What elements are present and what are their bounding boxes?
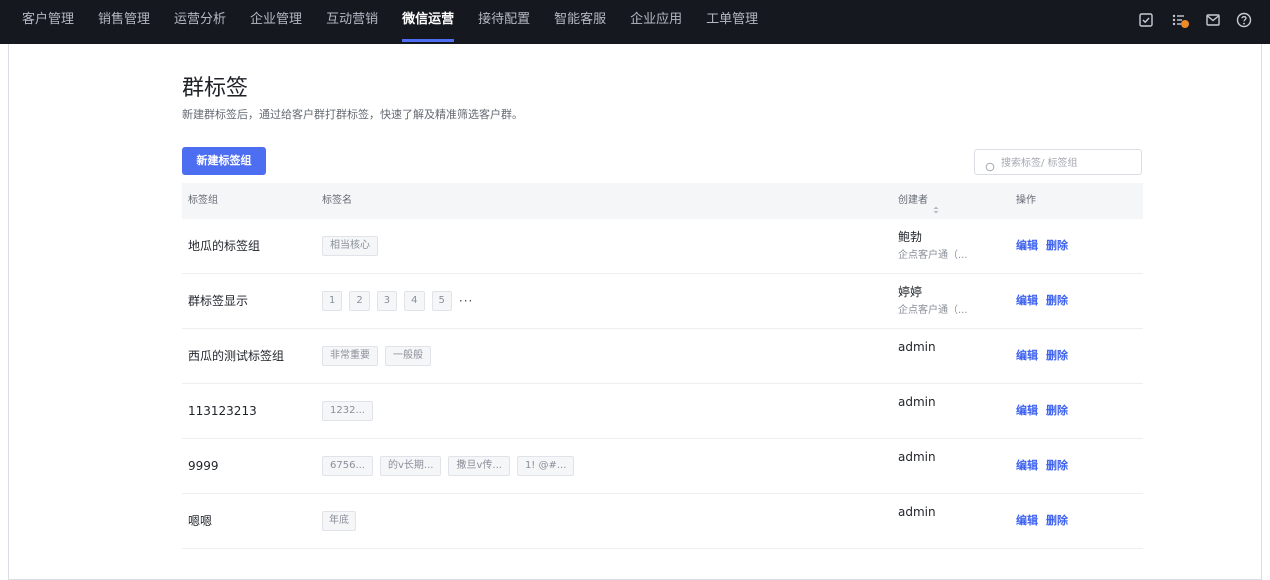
creator-org: 企点客户通（...	[898, 305, 968, 316]
tag-chip: 1! @#...	[516, 456, 575, 476]
creator-org: 企点客户通（...	[898, 250, 968, 261]
header-tag-group: 标签组	[188, 195, 218, 206]
tag-list: 年底	[322, 511, 363, 531]
content-frame-right	[1261, 44, 1262, 580]
more-tags-ellipsis[interactable]: ···	[459, 292, 473, 310]
creator-cell: admin	[898, 504, 936, 520]
nav-item-7[interactable]: 智能客服	[554, 0, 606, 44]
creator-name: admin	[898, 505, 936, 519]
header-creator[interactable]: 创建者	[898, 183, 940, 219]
edit-link[interactable]: 编辑	[1016, 294, 1038, 307]
main-nav: 客户管理 销售管理 运营分析 企业管理 互动营销 微信运营 接待配置 智能客服 企业应用 工单管理	[0, 0, 782, 44]
todo-list-icon[interactable]	[1170, 11, 1189, 29]
creator-name: 婷婷	[898, 285, 923, 299]
tag-chip: 4	[404, 291, 425, 311]
tag-group-name: 西瓜的测试标签组	[188, 349, 285, 363]
row-actions: 编辑 删除	[1016, 384, 1076, 438]
tag-chip: 6756...	[322, 456, 373, 476]
creator-cell: 婷婷企点客户通（...	[898, 284, 968, 320]
table-body: 地瓜的标签组 相当核心 鲍勃 企点客户通（... 编辑 删除 群标签显示 1 2 3 4 5 ··· 婷婷…	[182, 219, 1143, 549]
page-subtitle: 新建群标签后，通过给客户群打群标签，快速了解及精准筛选客户群。	[182, 108, 523, 121]
delete-link[interactable]: 删除	[1046, 404, 1068, 417]
creator-name: admin	[898, 395, 936, 409]
help-icon[interactable]	[1235, 11, 1253, 29]
creator-cell: admin	[898, 339, 936, 355]
delete-link[interactable]: 删除	[1046, 294, 1068, 307]
nav-item-0[interactable]: 客户管理	[22, 0, 74, 44]
header-creator-label: 创建者	[898, 195, 928, 206]
creator-name: 鲍勃	[898, 230, 923, 244]
page-title: 群标签	[182, 76, 249, 101]
tag-group-name: 9999	[188, 459, 219, 473]
search-icon	[985, 157, 995, 172]
tag-chip: 2	[349, 291, 370, 311]
tag-list: 1232...	[322, 401, 380, 421]
tag-chip: 1232...	[322, 401, 373, 421]
tag-group-name: 群标签显示	[188, 294, 249, 308]
tag-group-name: 地瓜的标签组	[188, 239, 261, 253]
nav-item-5[interactable]: 微信运营	[402, 0, 455, 44]
row-actions: 编辑 删除	[1016, 219, 1076, 273]
table-row: 地瓜的标签组 相当核心 鲍勃企点客户通（... 编辑 删除	[182, 219, 1143, 274]
tag-chip: 1	[322, 291, 343, 311]
table-row: 113123213 1232... admin 编辑 删除	[182, 384, 1143, 439]
tag-chip: 年底	[322, 511, 356, 531]
tag-chip: 撒旦v传...	[448, 456, 510, 476]
tag-list: 1 2 3 4 5 ···	[322, 291, 473, 311]
tag-list: 6756... 的v长期... 撒旦v传... 1! @#...	[322, 456, 581, 476]
sort-icon[interactable]	[932, 195, 940, 214]
tag-chip: 非常重要	[322, 346, 378, 366]
row-actions: 编辑 删除	[1016, 494, 1076, 548]
creator-cell: admin	[898, 449, 936, 465]
tag-group-name: 113123213	[188, 404, 257, 418]
delete-link[interactable]: 删除	[1046, 514, 1068, 527]
search-input[interactable]	[999, 152, 1139, 174]
nav-item-4[interactable]: 互动营销	[326, 0, 378, 44]
content-frame-left	[8, 44, 9, 580]
table-header: 标签组 标签名 创建者 操作	[182, 183, 1143, 219]
tag-list: 非常重要 一般般	[322, 346, 438, 366]
creator-cell: 鲍勃企点客户通（...	[898, 229, 968, 265]
delete-link[interactable]: 删除	[1046, 459, 1068, 472]
edit-link[interactable]: 编辑	[1016, 514, 1038, 527]
nav-item-2[interactable]: 运营分析	[174, 0, 226, 44]
search-box[interactable]	[974, 149, 1142, 175]
table-row: 嗯嗯 年底 admin 编辑 删除	[182, 494, 1143, 549]
creator-name: admin	[898, 450, 936, 464]
tag-list: 相当核心	[322, 236, 385, 256]
task-check-icon[interactable]	[1137, 11, 1155, 29]
nav-item-9[interactable]: 工单管理	[706, 0, 758, 44]
header-tag-name: 标签名	[322, 195, 352, 206]
table-row: 9999 6756... 的v长期... 撒旦v传... 1! @#... admin 编辑…	[182, 439, 1143, 494]
tag-chip: 3	[376, 291, 398, 311]
edit-link[interactable]: 编辑	[1016, 349, 1038, 362]
table-row: 群标签显示 1 2 3 4 5 ··· 婷婷企点客户通（... 编辑 删除	[182, 274, 1143, 329]
tag-group-table: 标签组 标签名 创建者 操作 地瓜的标签组 相当核心 鲍勃 企点客户通（... 编辑 删除…	[182, 183, 1143, 549]
table-row: 西瓜的测试标签组 非常重要 一般般 admin 编辑 删除	[182, 329, 1143, 384]
nav-item-6[interactable]: 接待配置	[478, 0, 530, 44]
row-actions: 编辑 删除	[1016, 439, 1076, 493]
mail-icon[interactable]	[1204, 11, 1222, 29]
edit-link[interactable]: 编辑	[1016, 404, 1038, 417]
row-actions: 编辑 删除	[1016, 274, 1076, 328]
new-tag-group-button[interactable]: 新建标签组	[182, 147, 266, 175]
creator-cell: admin	[898, 394, 936, 410]
tag-chip: 一般般	[385, 346, 431, 366]
header-operations: 操作	[1016, 195, 1036, 206]
edit-link[interactable]: 编辑	[1016, 459, 1038, 472]
edit-link[interactable]: 编辑	[1016, 239, 1038, 252]
nav-item-1[interactable]: 销售管理	[98, 0, 150, 44]
nav-item-8[interactable]: 企业应用	[630, 0, 682, 44]
delete-link[interactable]: 删除	[1046, 349, 1068, 362]
row-actions: 编辑 删除	[1016, 329, 1076, 383]
delete-link[interactable]: 删除	[1046, 239, 1068, 252]
nav-item-3[interactable]: 企业管理	[250, 0, 302, 44]
tag-chip: 5	[431, 291, 452, 311]
tag-chip: 的v长期...	[380, 456, 442, 476]
top-navigation-bar: 客户管理 销售管理 运营分析 企业管理 互动营销 微信运营 接待配置 智能客服 企业应用 工单管理	[0, 0, 1270, 44]
creator-name: admin	[898, 340, 936, 354]
tag-group-name: 嗯嗯	[188, 514, 213, 528]
tag-chip: 相当核心	[322, 236, 378, 256]
